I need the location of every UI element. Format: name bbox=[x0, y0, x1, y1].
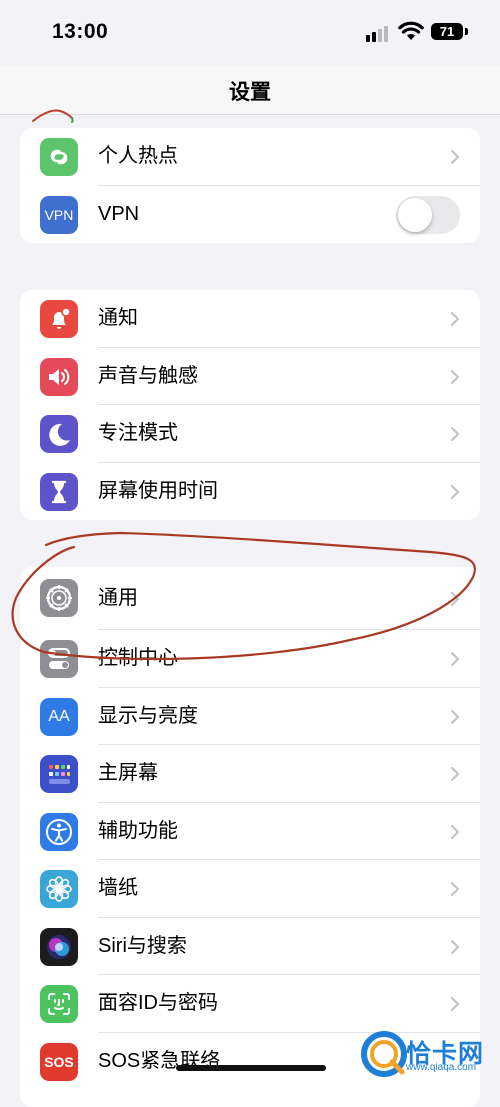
flower-icon bbox=[40, 870, 78, 908]
settings-row-control-center[interactable]: 控制中心 bbox=[20, 630, 480, 688]
sos-icon-text: SOS bbox=[44, 1053, 74, 1070]
siri-icon bbox=[40, 927, 78, 966]
status-time: 13:00 bbox=[52, 20, 109, 43]
settings-row-label: 面容ID与密码 bbox=[98, 992, 218, 1014]
chevron-right-icon bbox=[450, 824, 460, 839]
settings-row-accessibility[interactable]: 辅助功能 bbox=[20, 803, 480, 860]
settings-row-screen-time[interactable]: 屏幕使用时间 bbox=[20, 463, 480, 521]
chevron-right-icon bbox=[450, 996, 460, 1012]
display-icon-text: AA bbox=[48, 707, 70, 725]
chevron-right-icon bbox=[450, 709, 460, 724]
cellular-signal-icon bbox=[366, 24, 392, 42]
general-group: 通用 控制中心 AA 显示与亮度 主屏幕 辅助功能 墙纸 Siri与搜索 面容I… bbox=[20, 567, 480, 1107]
chevron-right-icon bbox=[450, 591, 460, 607]
vpn-toggle[interactable] bbox=[396, 195, 460, 234]
settings-row-label: 主屏幕 bbox=[98, 762, 158, 784]
vpn-icon: VPN bbox=[40, 195, 78, 234]
settings-row-focus[interactable]: 专注模式 bbox=[20, 405, 480, 463]
toggle-knob bbox=[398, 197, 432, 232]
chevron-right-icon bbox=[450, 426, 460, 442]
watermark-url: www.qiaqa.com bbox=[406, 1062, 477, 1073]
hourglass-icon bbox=[40, 472, 78, 511]
chevron-right-icon bbox=[450, 369, 460, 384]
settings-row-label: 个人热点 bbox=[98, 145, 178, 167]
sos-icon: SOS bbox=[40, 1042, 78, 1081]
settings-row-home-screen[interactable]: 主屏幕 bbox=[20, 745, 480, 803]
chevron-right-icon bbox=[450, 484, 460, 499]
page-title: 设置 bbox=[229, 81, 271, 104]
accessibility-icon bbox=[40, 812, 78, 851]
settings-row-notifications[interactable]: 通知 bbox=[20, 290, 480, 348]
battery-icon: 71 bbox=[431, 23, 463, 40]
vpn-icon-text: VPN bbox=[44, 206, 74, 223]
settings-row-siri[interactable]: Siri与搜索 bbox=[20, 918, 480, 975]
settings-row-label: 墙纸 bbox=[98, 877, 138, 899]
home-grid-icon bbox=[40, 755, 78, 793]
settings-row-vpn: VPN VPN bbox=[20, 186, 480, 244]
notifications-group: 通知 声音与触感 专注模式 屏幕使用时间 bbox=[20, 290, 480, 520]
wifi-icon bbox=[398, 21, 424, 40]
settings-row-label: 辅助功能 bbox=[98, 819, 178, 842]
settings-row-label: 通用 bbox=[98, 587, 138, 609]
settings-row-sounds[interactable]: 声音与触感 bbox=[20, 348, 480, 405]
navigation-bar: 设置 bbox=[0, 66, 500, 115]
bell-icon bbox=[40, 300, 78, 338]
settings-row-label: Siri与搜索 bbox=[98, 934, 187, 957]
settings-row-label: 专注模式 bbox=[98, 422, 178, 444]
settings-row-label: VPN bbox=[98, 202, 140, 225]
settings-row-label: 声音与触感 bbox=[98, 364, 198, 387]
display-icon: AA bbox=[40, 697, 78, 736]
settings-row-label: SOS紧急联络 bbox=[98, 1049, 221, 1072]
network-group: 个人热点 VPN VPN bbox=[20, 128, 480, 243]
switches-icon bbox=[40, 640, 78, 678]
gear-icon bbox=[40, 579, 78, 617]
chevron-right-icon bbox=[450, 881, 460, 897]
chevron-right-icon bbox=[450, 311, 460, 327]
settings-row-hotspot[interactable]: 个人热点 bbox=[20, 128, 480, 186]
chevron-right-icon bbox=[450, 651, 460, 667]
chevron-right-icon bbox=[450, 766, 460, 782]
settings-row-face-id[interactable]: 面容ID与密码 bbox=[20, 975, 480, 1033]
home-indicator bbox=[176, 1065, 326, 1071]
chevron-right-icon bbox=[450, 149, 460, 165]
settings-row-wallpaper[interactable]: 墙纸 bbox=[20, 860, 480, 918]
settings-row-general[interactable]: 通用 bbox=[20, 567, 480, 630]
battery-tip bbox=[465, 28, 468, 35]
moon-icon bbox=[40, 415, 78, 453]
battery-level: 71 bbox=[439, 24, 455, 39]
settings-row-label: 通知 bbox=[98, 307, 138, 329]
settings-row-label: 控制中心 bbox=[98, 647, 178, 669]
speaker-icon bbox=[40, 357, 78, 396]
status-bar: 13:00 71 bbox=[0, 0, 500, 66]
settings-row-label: 显示与亮度 bbox=[98, 704, 198, 727]
chevron-right-icon bbox=[450, 939, 460, 954]
face-id-icon bbox=[40, 985, 78, 1023]
settings-row-display[interactable]: AA 显示与亮度 bbox=[20, 688, 480, 745]
settings-row-label: 屏幕使用时间 bbox=[98, 479, 218, 502]
hotspot-icon bbox=[40, 138, 78, 176]
